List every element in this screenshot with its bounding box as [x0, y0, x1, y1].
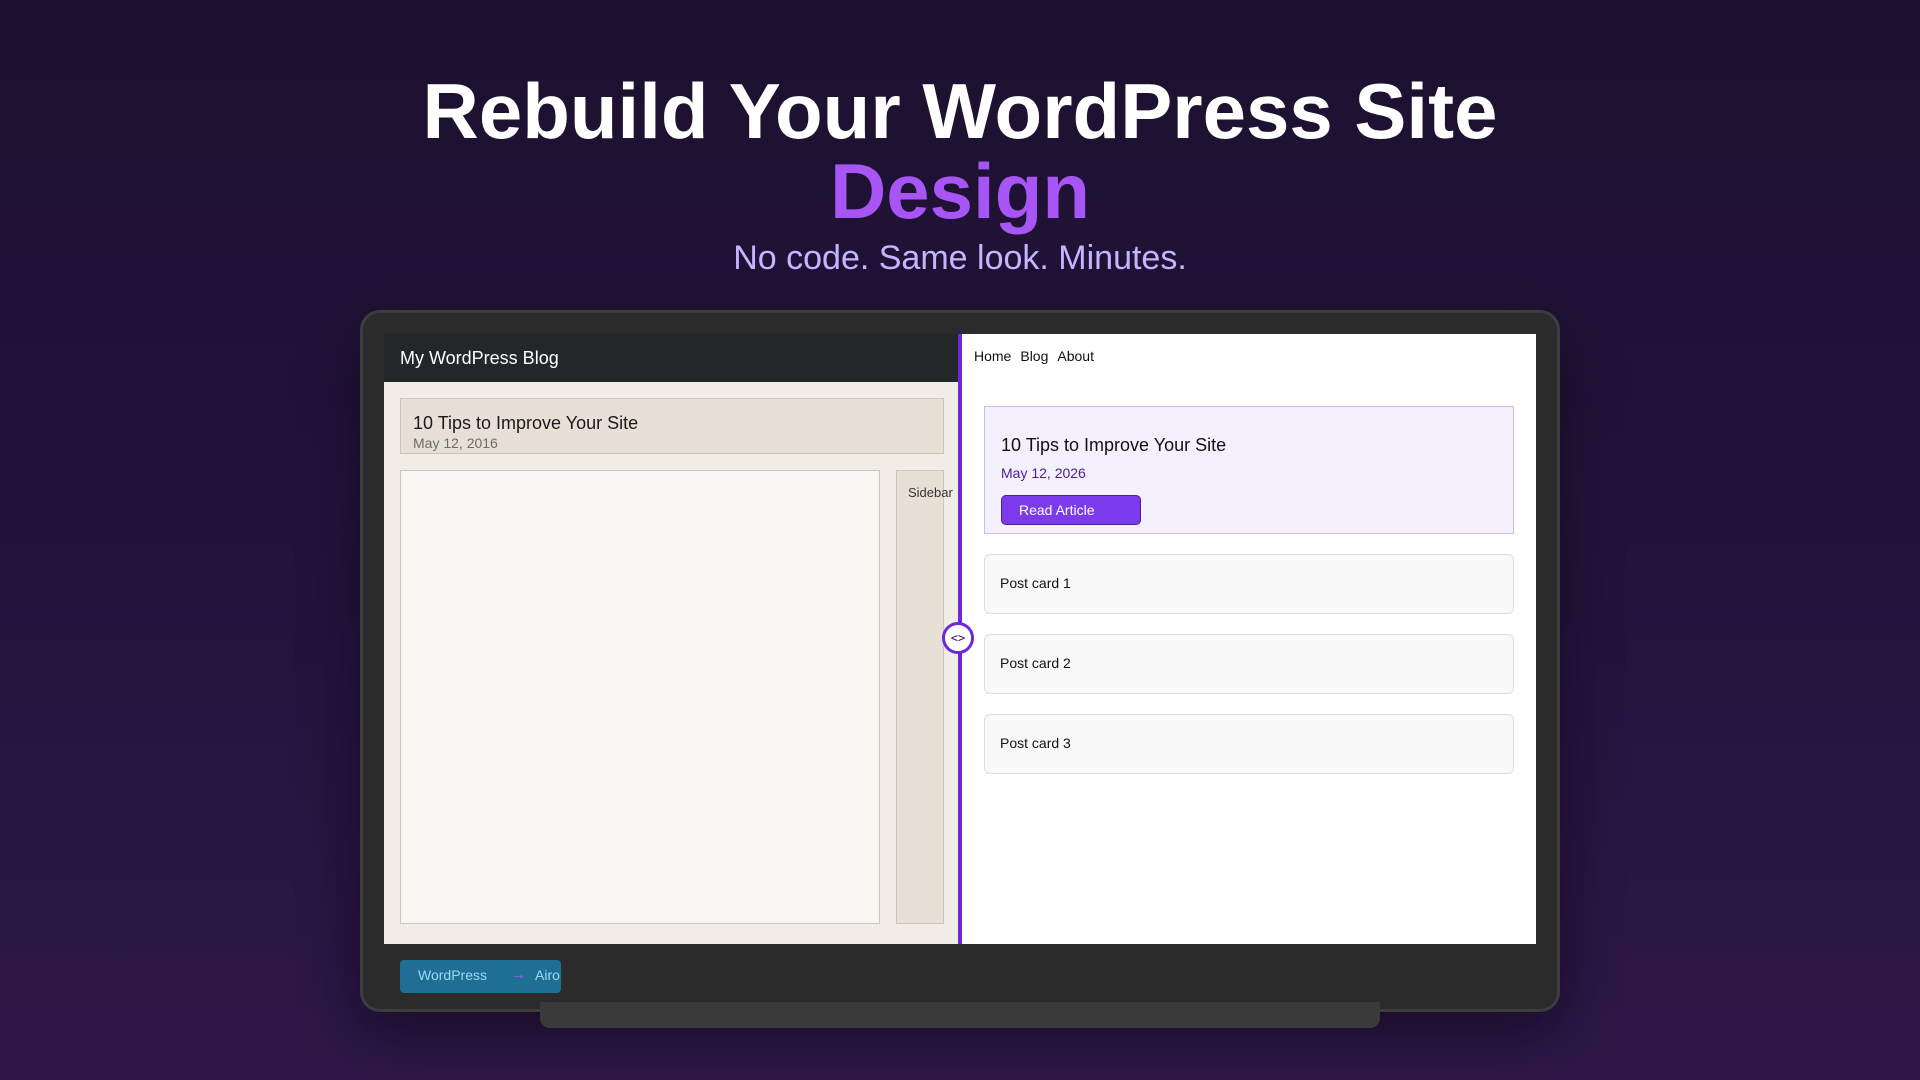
- old-wordpress-pane: My WordPress Blog 10 Tips to Improve You…: [384, 334, 959, 944]
- badge-source-label: WordPress: [418, 967, 487, 983]
- old-content-area: [400, 470, 880, 924]
- old-sidebar: Sidebar: [896, 470, 953, 924]
- migration-badge: WordPress → Airo: [400, 960, 561, 993]
- post-card[interactable]: Post card 3: [984, 714, 1514, 774]
- nav-item-blog[interactable]: Blog: [1020, 348, 1048, 364]
- headline-accent: Design: [829, 147, 1091, 235]
- post-card-label: Post card 2: [1000, 655, 1071, 671]
- badge-target-label: Airo: [535, 967, 560, 983]
- arrow-right-icon: →: [510, 966, 526, 983]
- old-site-title[interactable]: My WordPress Blog: [400, 348, 559, 369]
- headline-main: Rebuild Your WordPress Site: [422, 67, 1498, 155]
- old-site-header: My WordPress Blog: [384, 334, 959, 382]
- hero-post-title[interactable]: 10 Tips to Improve Your Site: [1001, 435, 1226, 456]
- old-sidebar-label: Sidebar: [908, 485, 953, 500]
- post-card[interactable]: Post card 1: [984, 554, 1514, 614]
- read-article-button[interactable]: Read Article: [1001, 495, 1141, 525]
- old-post-date: May 12, 2016: [413, 435, 498, 451]
- nav-item-about[interactable]: About: [1057, 348, 1094, 364]
- laptop-screen: My WordPress Blog 10 Tips to Improve You…: [384, 334, 1536, 944]
- old-post-title[interactable]: 10 Tips to Improve Your Site: [413, 413, 638, 434]
- divider-drag-handle[interactable]: <>: [942, 622, 974, 654]
- subheadline: No code. Same look. Minutes.: [733, 239, 1187, 277]
- post-card-label: Post card 3: [1000, 735, 1071, 751]
- nav-item-home[interactable]: Home: [974, 348, 1011, 364]
- post-card[interactable]: Post card 2: [984, 634, 1514, 694]
- post-card-label: Post card 1: [1000, 575, 1071, 591]
- old-post-header: 10 Tips to Improve Your Site May 12, 201…: [400, 398, 944, 454]
- laptop-base: [540, 1002, 1380, 1028]
- new-site-pane: Home Blog About 10 Tips to Improve Your …: [962, 334, 1536, 944]
- hero-post-card: 10 Tips to Improve Your Site May 12, 202…: [984, 406, 1514, 534]
- new-site-nav: Home Blog About: [974, 348, 1094, 364]
- hero-post-date: May 12, 2026: [1001, 465, 1086, 481]
